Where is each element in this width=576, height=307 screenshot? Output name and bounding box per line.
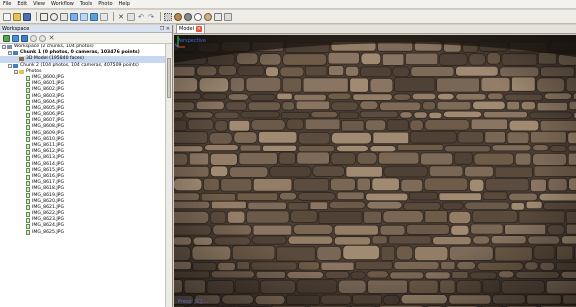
tree-item-label: IMG_8625.JPG — [32, 229, 65, 235]
folder-icon — [19, 69, 24, 74]
disable-cameras-icon[interactable] — [39, 34, 46, 42]
photo-icon — [26, 143, 30, 149]
photo-icon — [26, 224, 30, 230]
axis-gizmo-icon — [174, 36, 185, 48]
show-cameras-icon[interactable] — [214, 12, 222, 21]
photo-icon — [26, 217, 30, 223]
workspace-icon — [7, 45, 12, 50]
add-folder-icon[interactable] — [21, 34, 28, 42]
photo-icon — [26, 149, 30, 155]
viewport-footer-text: Press: [C] ... — [178, 299, 209, 305]
panel-window-controls[interactable]: ❒ ✕ — [160, 26, 170, 32]
toolbar-separator — [113, 12, 114, 21]
photo-icon — [26, 100, 30, 106]
move-object-icon[interactable] — [90, 12, 98, 21]
workspace-title-bar: Workspace ❒ ✕ — [0, 25, 172, 33]
textured-model-icon[interactable] — [204, 12, 212, 21]
menu-tools[interactable]: Tools — [80, 1, 92, 7]
photo-icon — [26, 168, 30, 174]
save-icon[interactable] — [23, 12, 31, 21]
collapse-icon[interactable]: - — [8, 51, 12, 56]
photo-icon — [26, 174, 30, 180]
photo-icon — [26, 193, 30, 199]
menu-edit[interactable]: Edit — [17, 1, 27, 7]
photo-icon — [26, 186, 30, 192]
collapse-icon[interactable]: - — [14, 69, 18, 74]
workspace-title: Workspace — [2, 25, 30, 32]
model-icon — [19, 57, 24, 62]
workspace-tree: - Workspace (2 chunks, 104 photos) - Chu… — [0, 44, 166, 307]
solid-model-icon[interactable] — [184, 12, 192, 21]
photo-icon — [26, 75, 30, 81]
menu-file[interactable]: File — [3, 1, 11, 7]
menu-workflow[interactable]: Workflow — [51, 1, 74, 7]
collapse-icon[interactable]: - — [8, 63, 12, 68]
tab-model[interactable]: Model × — [176, 24, 206, 33]
photo-icon — [26, 162, 30, 168]
photo-icon — [26, 199, 30, 205]
photo-icon — [26, 106, 30, 112]
photo-list: IMG_8600.JPG IMG_8601.JPG IMG_8602.JPG IMG_… — [0, 75, 166, 236]
chunk-icon — [13, 63, 18, 68]
photo-icon — [26, 118, 30, 124]
scrollbar-thumb[interactable] — [167, 58, 171, 98]
free-select-icon[interactable] — [60, 12, 68, 21]
shaded-model-icon[interactable] — [174, 12, 182, 21]
remove-items-icon[interactable]: ✕ — [48, 34, 55, 42]
photo-icon — [26, 94, 30, 100]
model-tab-bar: Model × — [174, 24, 576, 34]
close-icon[interactable]: × — [196, 26, 203, 32]
rotate-object-icon[interactable] — [80, 12, 88, 21]
photo-icon — [26, 125, 30, 131]
menu-view[interactable]: View — [33, 1, 45, 7]
point-cloud-icon[interactable] — [164, 12, 172, 21]
add-chunk-icon[interactable] — [3, 34, 10, 42]
workspace-panel: Workspace ❒ ✕ ✕ - Workspace (2 chunks, 1… — [0, 25, 173, 307]
photo-icon — [26, 211, 30, 217]
menu-photo[interactable]: Photo — [98, 1, 112, 7]
wireframe-model-icon[interactable] — [194, 12, 202, 21]
chunk-icon — [13, 51, 18, 56]
scale-object-icon[interactable] — [100, 12, 108, 21]
menu-help[interactable]: Help — [119, 1, 130, 7]
photo-icon — [26, 87, 30, 93]
navigation-icon[interactable] — [70, 12, 78, 21]
photo-icon — [26, 131, 30, 137]
model-viewport[interactable]: Perspective Press: [C] ... — [174, 35, 576, 307]
select-rect-icon[interactable] — [40, 12, 48, 21]
photo-icon — [26, 155, 30, 161]
toolbar-separator — [36, 12, 37, 21]
crop-selection-icon[interactable] — [127, 12, 135, 21]
reset-view-icon[interactable] — [224, 12, 232, 21]
photo-icon — [26, 137, 30, 143]
collapse-icon[interactable]: - — [2, 45, 6, 50]
menu-bar: File Edit View Workflow Tools Photo Help — [0, 0, 576, 9]
workspace-scrollbar[interactable] — [165, 44, 172, 307]
photo-icon — [26, 205, 30, 211]
enable-cameras-icon[interactable] — [30, 34, 37, 42]
main-toolbar: ✕ ↶ ↷ — [0, 10, 576, 24]
tree-photo-item[interactable]: IMG_8625.JPG — [0, 230, 166, 236]
toolbar-separator — [160, 12, 161, 21]
textured-stone-wall — [174, 35, 576, 307]
photo-icon — [26, 112, 30, 118]
delete-selection-icon[interactable]: ✕ — [117, 13, 125, 21]
redo-icon[interactable]: ↷ — [147, 13, 155, 21]
new-file-icon[interactable] — [3, 12, 11, 21]
select-circle-icon[interactable] — [50, 12, 58, 21]
photo-icon — [26, 230, 30, 236]
workspace-toolbar: ✕ — [0, 33, 172, 44]
tab-label: Model — [179, 26, 195, 32]
undo-icon[interactable]: ↶ — [137, 13, 145, 21]
open-folder-icon[interactable] — [13, 12, 21, 21]
photo-icon — [26, 180, 30, 186]
photo-icon — [26, 81, 30, 87]
add-photos-icon[interactable] — [12, 34, 19, 42]
